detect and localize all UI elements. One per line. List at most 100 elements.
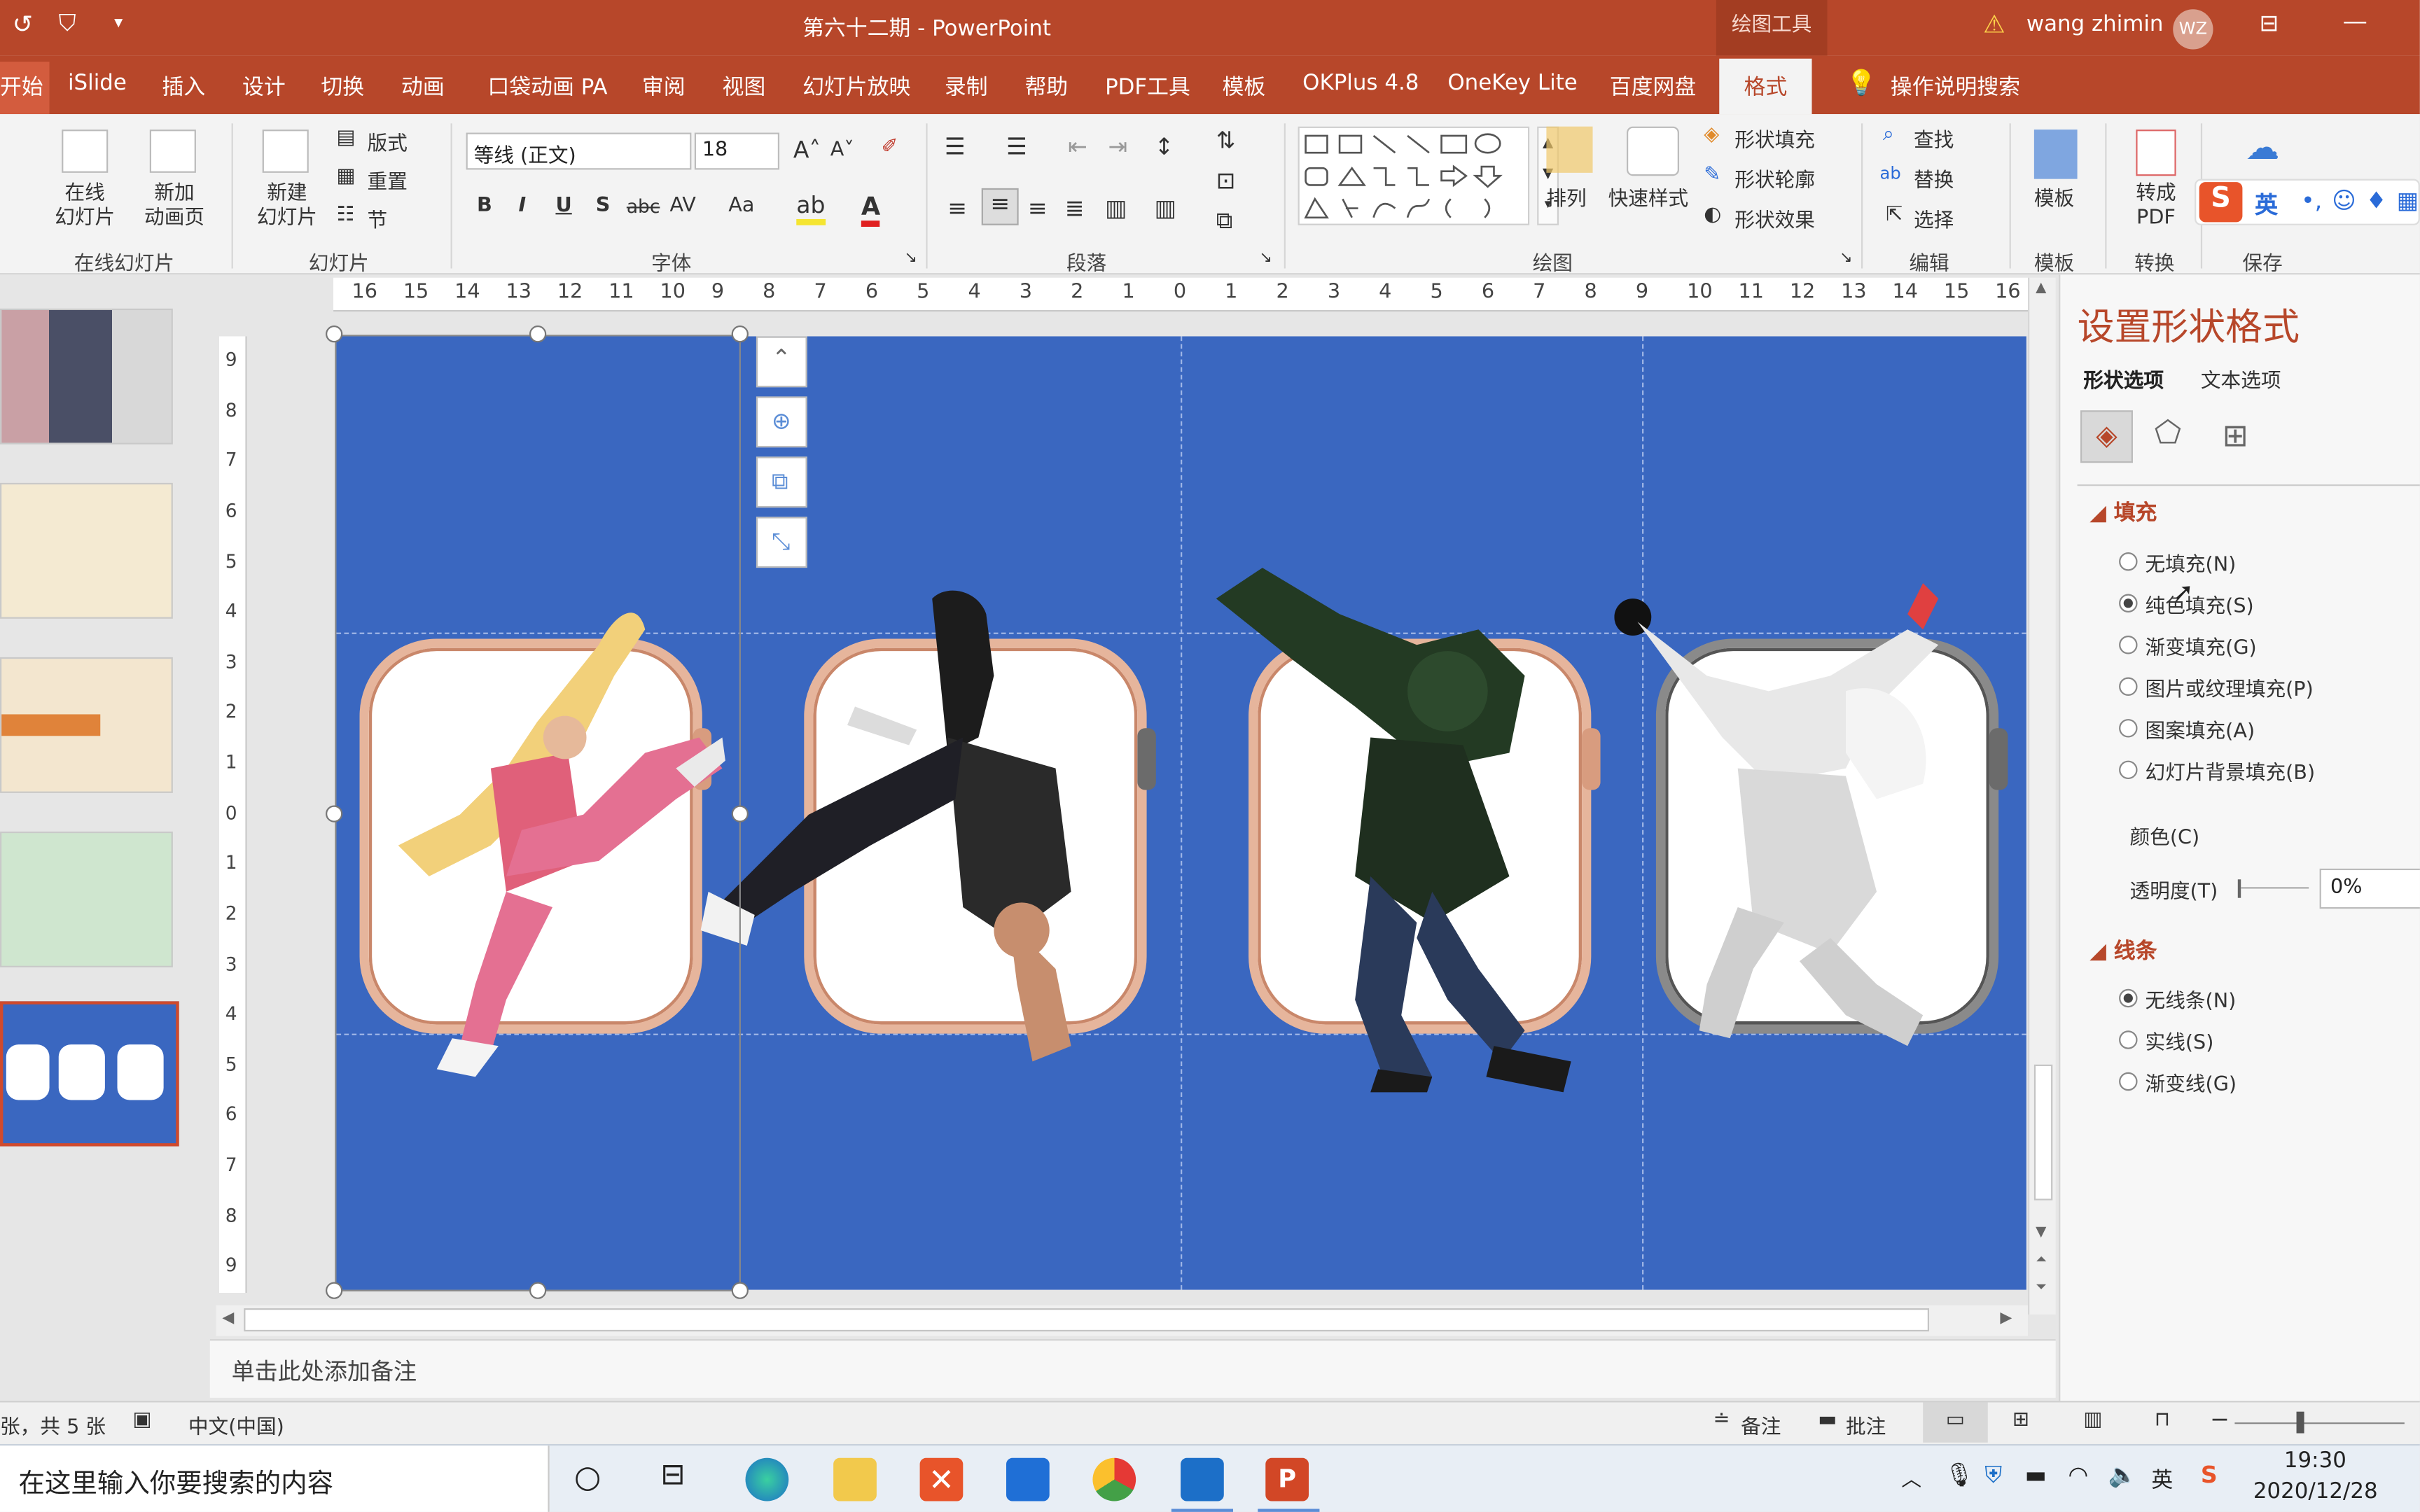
minimize-icon[interactable]: — — [2343, 6, 2367, 36]
next-slide-icon[interactable]: ⏷ — [2036, 1280, 2047, 1296]
tell-me-search[interactable]: 操作说明搜索 — [1891, 71, 2020, 102]
slide-sorter-icon[interactable]: ⊞ — [2012, 1408, 2029, 1432]
file-explorer-icon[interactable] — [833, 1457, 877, 1502]
increase-indent-icon[interactable]: ⇥ — [1108, 133, 1127, 161]
vertical-scroll-thumb[interactable] — [2033, 1064, 2053, 1200]
template-button[interactable]: 模板 — [2034, 182, 2074, 211]
strikethrough-button[interactable]: abc — [627, 196, 660, 218]
warning-icon[interactable]: ⚠ — [1983, 9, 2005, 38]
tab-review[interactable]: 审阅 — [642, 71, 686, 102]
reading-view-icon[interactable]: ▥ — [2083, 1408, 2102, 1432]
slide-thumbnail-selected[interactable] — [0, 1001, 179, 1147]
tab-home[interactable]: 开始 — [0, 62, 50, 115]
radio-background-fill[interactable] — [2119, 760, 2138, 780]
grow-font-icon[interactable]: A˄ — [793, 136, 821, 164]
font-size-select[interactable]: 18 — [694, 132, 780, 170]
clock-date[interactable]: 2020/12/28 — [2253, 1480, 2378, 1504]
sogou-tray-icon[interactable]: S — [2201, 1461, 2218, 1489]
radio-pattern-fill[interactable] — [2119, 719, 2138, 738]
tab-record[interactable]: 录制 — [945, 71, 988, 102]
undo-icon[interactable]: ↺ — [13, 9, 34, 38]
slide-thumbnail[interactable] — [0, 308, 173, 444]
prev-slide-icon[interactable]: ⏶ — [2036, 1253, 2047, 1268]
section-button[interactable]: 节 — [368, 204, 388, 233]
spellcheck-icon[interactable]: ▣ — [133, 1408, 152, 1432]
distribute-icon[interactable]: ▥ — [1105, 195, 1127, 223]
justify-icon[interactable]: ≣ — [1065, 195, 1085, 223]
radio-picture-fill[interactable] — [2119, 677, 2138, 696]
language-status[interactable]: 中文(中国) — [188, 1410, 284, 1439]
dancer-green-image[interactable] — [1201, 568, 1602, 1093]
notes-pane[interactable]: 单击此处添加备注 — [209, 1339, 2056, 1398]
bullets-icon[interactable]: ☰ — [945, 133, 966, 161]
tab-text-options[interactable]: 文本选项 — [2201, 364, 2281, 393]
reset-button[interactable]: 重置 — [368, 165, 408, 195]
align-right-icon[interactable]: ≡ — [1028, 195, 1048, 223]
slide-thumbnail[interactable] — [0, 482, 173, 619]
resize-handle[interactable] — [326, 326, 343, 343]
radio-solid-line[interactable] — [2119, 1030, 2138, 1049]
comments-button[interactable]: 批注 — [1846, 1410, 1886, 1439]
tab-help[interactable]: 帮助 — [1024, 71, 1068, 102]
tab-islide[interactable]: iSlide — [68, 71, 127, 95]
scroll-down-icon[interactable]: ▼ — [2036, 1225, 2046, 1240]
tab-view[interactable]: 视图 — [722, 71, 765, 102]
tab-onekey[interactable]: OneKey Lite — [1447, 71, 1577, 95]
online-slides-button[interactable]: 在线 幻灯片 — [46, 182, 123, 232]
chrome-icon[interactable] — [1092, 1457, 1136, 1502]
vertical-scrollbar[interactable]: ▲ ▼ ⏶ ⏷ — [2028, 277, 2056, 1315]
resize-handle[interactable] — [529, 1282, 547, 1299]
cortana-icon[interactable]: ○ — [574, 1458, 601, 1495]
ime-tray-label[interactable]: 英 — [2151, 1464, 2173, 1495]
change-case-button[interactable]: Aa — [728, 195, 754, 218]
collapse-up-button[interactable]: ⌃ — [756, 336, 807, 388]
char-spacing-button[interactable]: AV — [670, 195, 696, 218]
tab-slideshow[interactable]: 幻灯片放映 — [802, 71, 910, 102]
tab-format[interactable]: 格式 — [1719, 58, 1812, 115]
tab-pdf-tools[interactable]: PDF工具 — [1105, 71, 1190, 102]
new-slide-button[interactable]: 新建 幻灯片 — [247, 182, 328, 232]
ime-language-label[interactable]: 英 — [2255, 188, 2278, 220]
slide-thumbnail[interactable] — [0, 831, 173, 967]
shadow-button[interactable]: S — [596, 195, 611, 218]
customize-icon[interactable]: ▾ — [114, 13, 123, 33]
transparency-slider[interactable] — [2237, 879, 2309, 898]
tab-baidu-netdisk[interactable]: 百度网盘 — [1610, 71, 1696, 102]
bold-button[interactable]: B — [477, 195, 492, 218]
scroll-up-icon[interactable]: ▲ — [2036, 281, 2046, 296]
smartart-icon[interactable]: ⧉ — [1216, 206, 1233, 234]
arrange-button[interactable]: 排列 — [1546, 182, 1586, 211]
cloud-save-icon[interactable]: ☁ — [2246, 130, 2279, 168]
resize-float-button[interactable]: ⤡ — [756, 517, 807, 568]
mail-icon[interactable] — [1006, 1457, 1050, 1502]
option-pattern-fill[interactable]: 图案填充(A) — [2146, 714, 2255, 743]
resize-handle[interactable] — [731, 1282, 749, 1299]
radio-no-line[interactable] — [2119, 988, 2138, 1008]
dancer-handstand-image[interactable] — [700, 583, 1164, 1077]
ime-toolbox-icon[interactable]: ▦ — [2397, 187, 2419, 215]
align-center-icon[interactable]: ≡ — [981, 188, 1019, 225]
tray-expand-icon[interactable]: ︿ — [1901, 1462, 1921, 1492]
clock-time[interactable]: 19:30 — [2284, 1449, 2346, 1474]
resize-handle[interactable] — [326, 1282, 343, 1299]
font-color-icon[interactable]: A — [861, 191, 881, 227]
shapes-gallery[interactable] — [1298, 126, 1530, 225]
option-solid-line[interactable]: 实线(S) — [2146, 1026, 2214, 1055]
security-shield-icon[interactable]: ⛨ — [1984, 1461, 2002, 1489]
ime-toolbar[interactable]: S 英 •, ☺ ♦ ▦ — [2195, 178, 2420, 225]
tab-design[interactable]: 设计 — [242, 71, 286, 102]
text-direction-icon[interactable]: ⇅ — [1216, 127, 1236, 155]
fill-section-header[interactable]: ◢ 填充 — [2089, 497, 2157, 528]
option-solid-fill[interactable]: 纯色填充(S) — [2146, 589, 2254, 619]
select-button[interactable]: 选择 — [1914, 204, 1954, 233]
ime-mic-icon[interactable]: ♦ — [2366, 187, 2387, 215]
replace-button[interactable]: 替换 — [1914, 164, 1954, 192]
option-gradient-line[interactable]: 渐变线(G) — [2146, 1068, 2237, 1097]
tab-insert[interactable]: 插入 — [162, 71, 205, 102]
effects-pentagon-icon[interactable]: ⬠ — [2155, 414, 2181, 451]
paragraph-dialog-launcher-icon[interactable]: ↘ — [1259, 250, 1272, 267]
convert-pdf-button[interactable]: 转成 PDF — [2133, 182, 2179, 232]
clear-format-icon[interactable]: ✐ — [881, 136, 898, 159]
resize-handle[interactable] — [529, 326, 547, 343]
columns-icon[interactable]: ▥ — [1155, 195, 1176, 223]
